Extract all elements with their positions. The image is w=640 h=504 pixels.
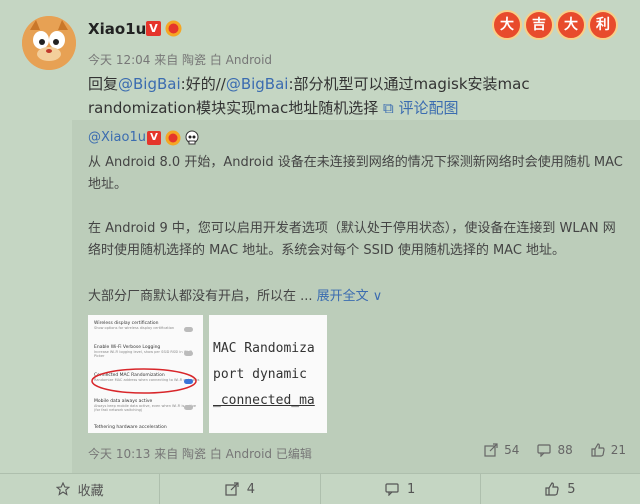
quoted-truncated-text: 大部分厂商默认都没有开启，所以在 ... xyxy=(88,289,313,304)
quoted-like-button[interactable]: 21 xyxy=(591,443,626,457)
toggle-icon xyxy=(184,327,193,332)
post-meta: 今天 12:04 来自 陶瓷 白 Android xyxy=(88,53,273,67)
comment-image-link[interactable]: ⧉ 评论配图 xyxy=(383,99,459,117)
thumbs-up-icon xyxy=(591,443,605,457)
code-line: port dynamic xyxy=(213,367,307,382)
reply-text: 回复@BigBai:好的//@BigBai:部分机型可以通过magisk安装ma… xyxy=(88,72,628,120)
setting-row: Wireless display certification Show optio… xyxy=(94,321,174,330)
comment-icon xyxy=(385,482,399,496)
code-line: MAC Randomiza xyxy=(213,341,315,356)
quoted-actions: 54 88 21 xyxy=(484,443,626,457)
post-username[interactable]: Xiao1u xyxy=(88,20,146,38)
comment-count: 1 xyxy=(406,481,416,497)
stamp-char: 大 xyxy=(556,10,586,40)
quoted-username[interactable]: @Xiao1u xyxy=(88,130,146,145)
member-badge-icon xyxy=(165,20,182,37)
quoted-meta: 今天 10:13 来自 陶瓷 白 Android 已编辑 xyxy=(88,447,312,461)
toggle-icon xyxy=(184,405,193,410)
bottom-action-bar: 收藏 4 1 5 xyxy=(0,473,640,504)
image-icon: ⧉ xyxy=(382,99,394,117)
setting-title: Tethering hardware acceleration xyxy=(94,425,167,430)
reply-prefix: 回复 xyxy=(88,75,119,93)
reply-mid: :好的// xyxy=(180,75,226,93)
share-count: 54 xyxy=(504,443,520,457)
verified-icon: V xyxy=(147,131,161,145)
stamp-char: 利 xyxy=(588,10,618,40)
share-icon xyxy=(225,482,239,496)
like-button[interactable]: 5 xyxy=(481,474,640,504)
favorite-label: 收藏 xyxy=(77,483,104,499)
weibo-post: Xiao1u V 大 吉 大 利 今天 12:04 来自 陶瓷 白 Androi… xyxy=(0,0,640,473)
comment-count: 88 xyxy=(557,443,573,457)
red-circle-annotation xyxy=(91,368,197,394)
quoted-paragraph-2: 在 Android 9 中，您可以启用开发者选项（默认处于停用状态），使设备在连… xyxy=(88,221,616,258)
star-icon xyxy=(55,482,70,496)
verified-icon: V xyxy=(146,21,161,36)
quoted-post[interactable]: @Xiao1u V 从 Android 8.0 开始，Android 设备在未连… xyxy=(72,120,640,473)
expand-full-text-link[interactable]: 展开全文 ∨ xyxy=(317,289,383,304)
favorite-button[interactable]: 收藏 xyxy=(0,474,161,504)
thumbnail-code-screenshot[interactable]: MAC Randomiza port dynamic _connected_ma xyxy=(209,315,327,433)
code-line: _connected_ma xyxy=(213,393,315,408)
stamp-char: 大 xyxy=(492,10,522,40)
comment-image-label: 评论配图 xyxy=(398,99,459,117)
quoted-paragraph-3: 大部分厂商默认都没有开启，所以在 ... 展开全文 ∨ xyxy=(88,286,628,308)
lucky-stamps: 大 吉 大 利 xyxy=(492,10,618,40)
stamp-char: 吉 xyxy=(524,10,554,40)
quoted-share-button[interactable]: 54 xyxy=(484,443,519,457)
share-button[interactable]: 4 xyxy=(160,474,321,504)
quoted-comment-button[interactable]: 88 xyxy=(537,443,573,457)
member-badge-icon xyxy=(165,130,181,146)
quoted-paragraph-1: 从 Android 8.0 开始，Android 设备在未连接到网络的情况下探测… xyxy=(88,155,623,192)
like-count: 21 xyxy=(610,443,626,457)
toggle-icon xyxy=(184,351,193,356)
thumbnail-settings-screenshot[interactable]: Wireless display certification Show optio… xyxy=(88,315,203,433)
mention-link[interactable]: @BigBai xyxy=(226,75,289,93)
mention-link[interactable]: @BigBai xyxy=(118,75,181,93)
like-count: 5 xyxy=(567,481,576,497)
comment-button[interactable]: 1 xyxy=(321,474,481,504)
setting-subtitle: Show options for wireless display certif… xyxy=(94,326,175,330)
share-icon xyxy=(484,443,498,457)
setting-row: Tethering hardware acceleration xyxy=(94,425,167,430)
skull-icon xyxy=(184,130,200,146)
thumbs-up-icon xyxy=(545,482,559,496)
avatar[interactable] xyxy=(22,16,76,70)
comment-icon xyxy=(537,443,552,457)
share-count: 4 xyxy=(246,481,256,497)
